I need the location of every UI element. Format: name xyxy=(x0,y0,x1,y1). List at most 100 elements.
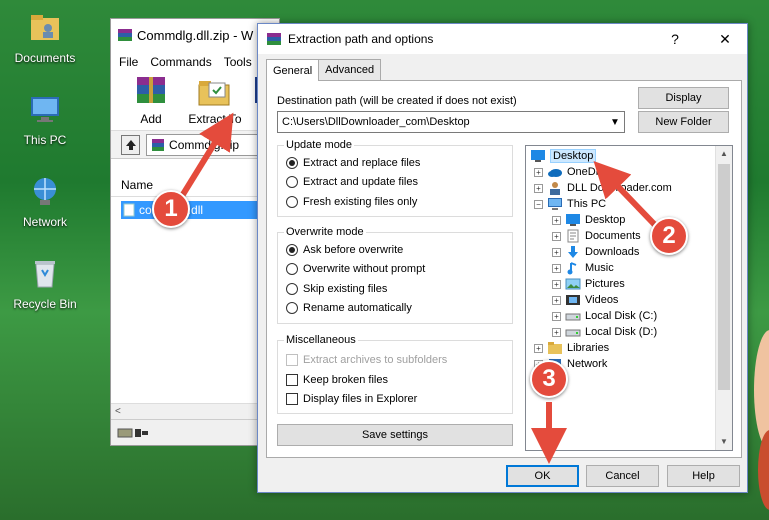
scroll-left-arrow[interactable]: < xyxy=(115,406,121,417)
overwrite-mode-group: Overwrite mode Ask before overwrite Over… xyxy=(277,226,513,324)
step-marker-2: 2 xyxy=(650,217,688,255)
desktop-icon-network[interactable]: Network xyxy=(5,174,85,229)
update-option-update[interactable]: Extract and update files xyxy=(286,176,418,188)
expand-icon[interactable]: + xyxy=(534,167,543,177)
extract-to-button[interactable]: Extract To xyxy=(187,75,243,130)
desktop-icon xyxy=(566,214,580,226)
expand-icon[interactable]: + xyxy=(552,231,561,241)
expand-icon[interactable]: + xyxy=(534,343,543,353)
winrar-statusbar xyxy=(111,419,279,445)
radio-button[interactable] xyxy=(286,244,298,256)
tree-label: Desktop xyxy=(550,149,597,163)
overwrite-option-rename[interactable]: Rename automatically xyxy=(286,302,412,314)
expand-icon[interactable]: + xyxy=(552,327,561,337)
help-title-button[interactable]: ? xyxy=(653,31,697,47)
tree-label: Local Disk (D:) xyxy=(585,326,658,338)
tree-item-music[interactable]: + Music xyxy=(552,260,614,276)
expand-icon[interactable]: + xyxy=(552,263,561,273)
menu-tools[interactable]: Tools xyxy=(224,55,252,69)
display-button[interactable]: Display xyxy=(638,87,729,109)
save-settings-button[interactable]: Save settings xyxy=(277,424,513,446)
checkbox[interactable] xyxy=(286,393,298,405)
radio-button[interactable] xyxy=(286,176,298,188)
desktop-icon-recycle-bin[interactable]: Recycle Bin xyxy=(5,256,85,311)
scroll-thumb[interactable] xyxy=(718,164,730,390)
tree-item-this-pc[interactable]: − This PC xyxy=(534,196,606,212)
misc-option-display-explorer[interactable]: Display files in Explorer xyxy=(286,393,417,405)
step-marker-3: 3 xyxy=(530,360,568,398)
drive-icon xyxy=(565,329,581,337)
radio-button[interactable] xyxy=(286,283,298,295)
expand-icon[interactable]: + xyxy=(552,215,561,225)
radio-button[interactable] xyxy=(286,157,298,169)
overwrite-option-skip[interactable]: Skip existing files xyxy=(286,283,387,295)
up-arrow-icon xyxy=(125,139,136,150)
file-list: Name commdlg.dll xyxy=(111,173,279,423)
tree-item-user[interactable]: + DLL Downloader.com xyxy=(534,180,672,196)
tree-item-pictures[interactable]: + Pictures xyxy=(552,276,625,292)
radio-button[interactable] xyxy=(286,302,298,314)
winrar-toolbar: Add Extract To T xyxy=(111,73,279,131)
column-header-name[interactable]: Name xyxy=(111,173,279,197)
expand-icon[interactable]: + xyxy=(552,295,561,305)
tree-label: Desktop xyxy=(585,214,626,226)
scroll-up-icon[interactable]: ▲ xyxy=(716,146,732,162)
miscellaneous-label: Miscellaneous xyxy=(284,334,358,346)
menu-commands[interactable]: Commands xyxy=(150,55,211,69)
tree-item-libraries[interactable]: + Libraries xyxy=(534,340,609,356)
misc-option-keep-broken[interactable]: Keep broken files xyxy=(286,374,388,386)
pictures-icon xyxy=(565,278,581,290)
file-row[interactable]: commdlg.dll xyxy=(121,201,271,219)
chevron-down-icon[interactable]: ▼ xyxy=(606,117,624,128)
folder-tree: Desktop + OneDrive + DLL Downloader.com … xyxy=(525,145,733,451)
tree-label: Documents xyxy=(585,230,641,242)
tree-item-desktop[interactable]: Desktop xyxy=(530,148,597,164)
help-button[interactable]: Help xyxy=(667,465,740,487)
dll-file-icon xyxy=(123,203,135,217)
tree-item-pc-desktop[interactable]: + Desktop xyxy=(552,212,625,228)
update-option-fresh[interactable]: Fresh existing files only xyxy=(286,196,417,208)
tree-item-documents[interactable]: + Documents xyxy=(552,228,641,244)
close-button[interactable]: ✕ xyxy=(703,31,747,48)
expand-icon[interactable]: + xyxy=(552,247,561,257)
tree-item-local-disk-d[interactable]: + Local Disk (D:) xyxy=(552,324,657,340)
checkbox[interactable] xyxy=(286,374,298,386)
documents-folder-icon xyxy=(31,15,59,40)
up-folder-button[interactable] xyxy=(121,134,141,155)
new-folder-button[interactable]: New Folder xyxy=(638,111,729,133)
option-label: Extract archives to subfolders xyxy=(303,354,448,366)
expand-icon[interactable]: + xyxy=(552,311,561,321)
ok-button[interactable]: OK xyxy=(506,465,579,487)
tree-label: Libraries xyxy=(567,342,610,354)
file-list-hscroll[interactable]: < xyxy=(111,403,279,419)
cancel-button[interactable]: Cancel xyxy=(586,465,659,487)
destination-path-value: C:\Users\DllDownloader_com\Desktop xyxy=(282,116,470,128)
winrar-window: Commdlg.dll.zip - W File Commands Tools … xyxy=(110,18,280,446)
menu-file[interactable]: File xyxy=(119,55,138,69)
winrar-titlebar: Commdlg.dll.zip - W xyxy=(111,19,279,51)
overwrite-mode-label: Overwrite mode xyxy=(284,226,366,238)
expand-icon[interactable]: + xyxy=(552,279,561,289)
tree-item-downloads[interactable]: + Downloads xyxy=(552,244,639,260)
this-pc-icon xyxy=(548,198,562,210)
scroll-down-icon[interactable]: ▼ xyxy=(716,434,732,450)
overwrite-option-ask[interactable]: Ask before overwrite xyxy=(286,244,403,256)
update-option-replace[interactable]: Extract and replace files xyxy=(286,157,420,169)
tree-item-videos[interactable]: + Videos xyxy=(552,292,618,308)
add-button[interactable]: Add xyxy=(123,75,179,130)
user-icon xyxy=(550,182,560,195)
network-icon xyxy=(34,178,56,205)
tree-item-onedrive[interactable]: + OneDrive xyxy=(534,164,613,180)
overwrite-option-overwrite[interactable]: Overwrite without prompt xyxy=(286,263,425,275)
radio-button[interactable] xyxy=(286,196,298,208)
desktop-icon-this-pc[interactable]: This PC xyxy=(5,92,85,147)
desktop-icon-documents[interactable]: Documents xyxy=(5,10,85,65)
radio-button[interactable] xyxy=(286,263,298,275)
expand-icon[interactable]: + xyxy=(534,183,543,193)
tree-scrollbar[interactable]: ▲ ▼ xyxy=(715,146,732,450)
tree-item-local-disk-c[interactable]: + Local Disk (C:) xyxy=(552,308,657,324)
tab-general[interactable]: General xyxy=(266,59,320,81)
collapse-icon[interactable]: − xyxy=(534,199,543,209)
tab-advanced[interactable]: Advanced xyxy=(318,59,382,80)
destination-path-combobox[interactable]: C:\Users\DllDownloader_com\Desktop ▼ xyxy=(277,111,625,133)
